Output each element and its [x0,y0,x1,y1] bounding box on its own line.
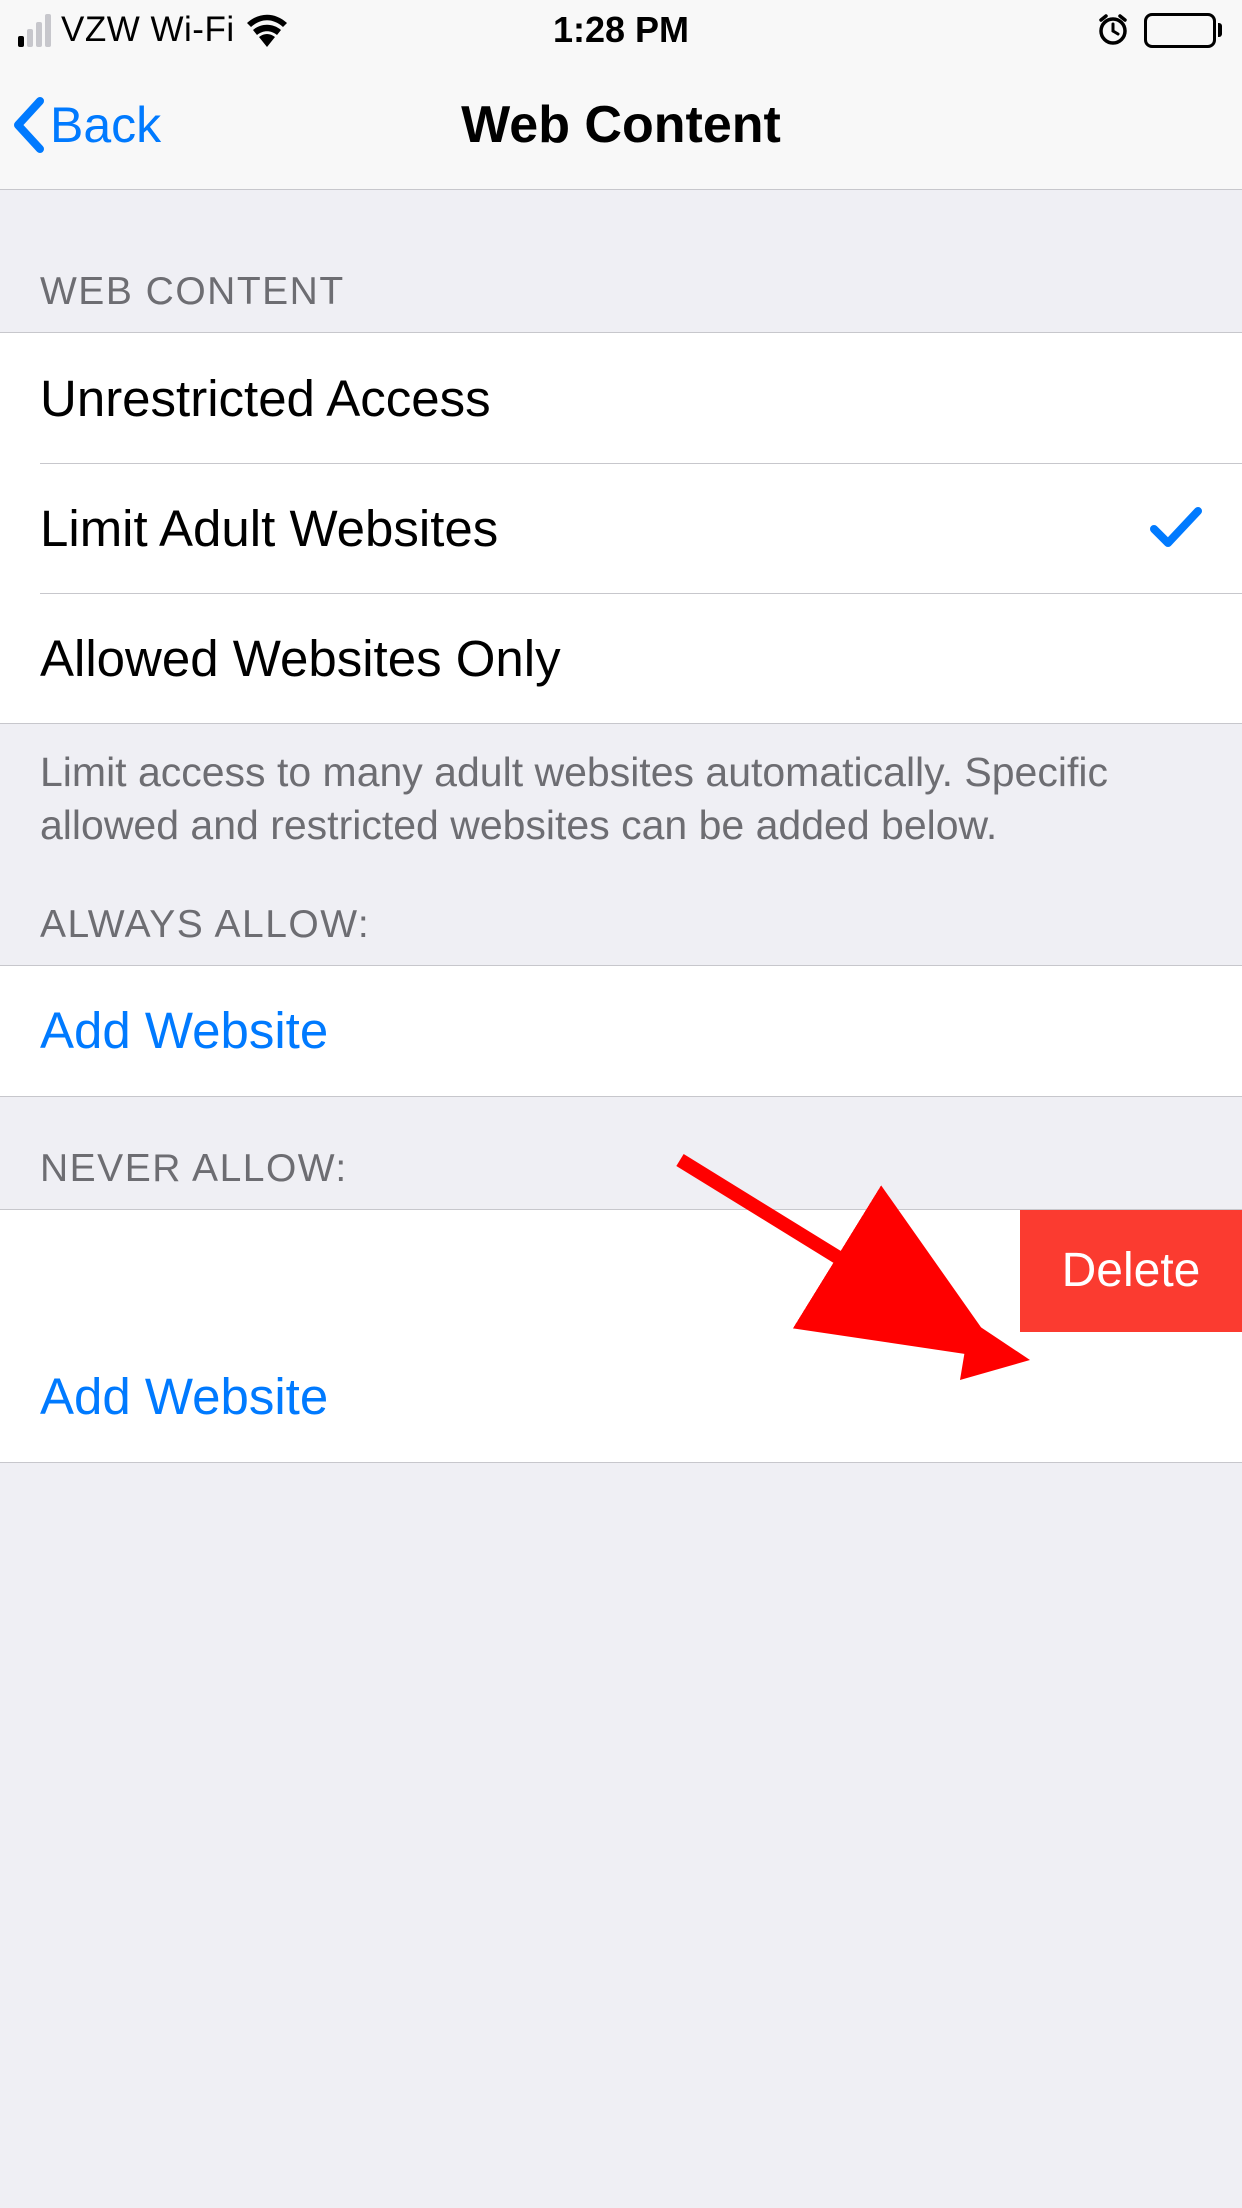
never-allow-item-text: m [0,1210,1032,1332]
never-allow-item-swiped[interactable]: m Delete [0,1210,1242,1332]
carrier-label: VZW Wi-Fi [61,10,235,50]
section-footer-description: Limit access to many adult websites auto… [0,724,1242,853]
navigation-bar: Back Web Content [0,60,1242,190]
page-title: Web Content [461,95,781,155]
add-website-always[interactable]: Add Website [0,966,1242,1096]
option-limit-adult[interactable]: Limit Adult Websites [0,463,1242,593]
add-website-label: Add Website [40,1001,1202,1060]
back-button[interactable]: Back [10,95,161,155]
option-label: Unrestricted Access [40,369,1202,428]
status-right-group [1096,13,1222,48]
web-content-options: Unrestricted Access Limit Adult Websites… [0,332,1242,724]
status-left-group: VZW Wi-Fi [18,10,289,50]
cellular-signal-icon [18,14,51,47]
option-label: Limit Adult Websites [40,499,1150,558]
option-label: Allowed Websites Only [40,629,1202,688]
wifi-icon [245,14,289,47]
section-header-web-content: WEB CONTENT [0,190,1242,332]
status-bar: VZW Wi-Fi 1:28 PM [0,0,1242,60]
chevron-left-icon [10,95,46,155]
status-time: 1:28 PM [553,9,689,51]
delete-button[interactable]: Delete [1020,1210,1242,1332]
checkmark-icon [1150,507,1202,549]
never-allow-group: m Delete Add Website [0,1209,1242,1463]
section-header-always-allow: ALWAYS ALLOW: [0,853,1242,965]
delete-label: Delete [1062,1243,1201,1298]
option-allowed-only[interactable]: Allowed Websites Only [0,593,1242,723]
battery-icon [1144,13,1222,48]
option-unrestricted[interactable]: Unrestricted Access [0,333,1242,463]
alarm-icon [1096,13,1130,47]
always-allow-group: Add Website [0,965,1242,1097]
section-header-never-allow: NEVER ALLOW: [0,1097,1242,1209]
add-website-label: Add Website [40,1367,1202,1426]
add-website-never[interactable]: Add Website [0,1332,1242,1462]
back-label: Back [50,96,161,154]
